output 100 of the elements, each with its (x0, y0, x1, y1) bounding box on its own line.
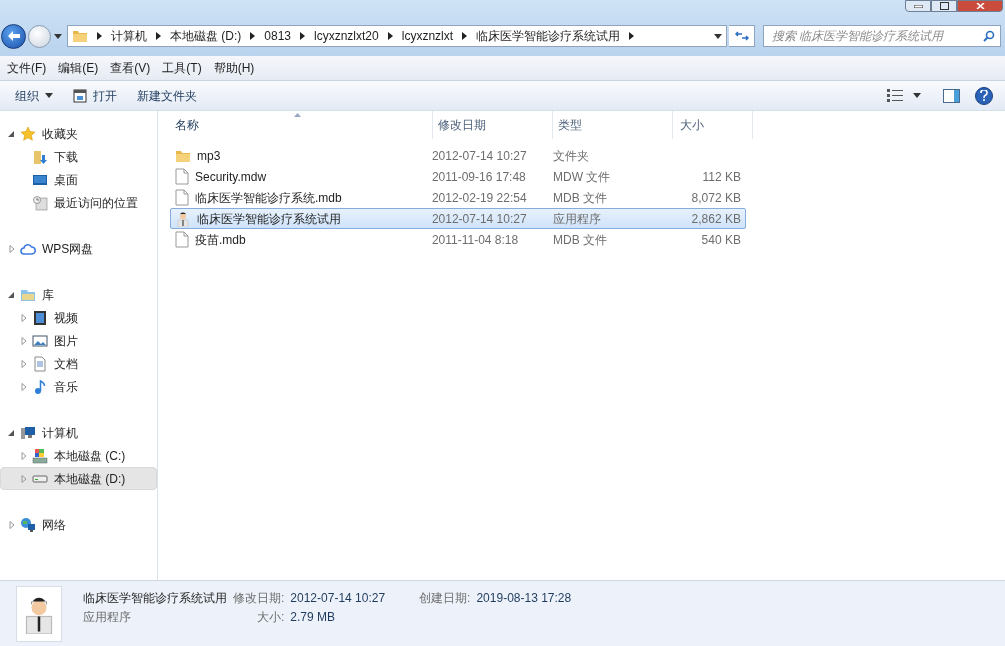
file-name: 疫苗.mdb (195, 231, 246, 249)
nav-item[interactable]: 下载 (0, 145, 157, 168)
film-icon (32, 309, 48, 326)
person-icon (175, 210, 191, 227)
chevron-icon (629, 32, 635, 40)
collapsed-arrow-icon[interactable] (7, 519, 17, 530)
caret-icon (54, 33, 62, 39)
file-icon (175, 231, 189, 248)
file-type: MDW 文件 (553, 169, 611, 184)
file-type: MDB 文件 (553, 190, 607, 205)
refresh-icon (734, 30, 749, 42)
nav-item[interactable]: 库 (0, 283, 157, 306)
chevron-icon (156, 32, 161, 40)
file-size: 2,862 KB (691, 210, 741, 228)
breadcrumb-item[interactable]: lcyxznzlxt (401, 27, 454, 45)
pane-icon (942, 88, 960, 103)
toolbar-button[interactable]: 新建文件夹 (128, 83, 206, 108)
minimize-icon (913, 4, 923, 8)
file-icon (175, 189, 189, 206)
music-note-icon (32, 378, 48, 395)
picture-icon (32, 332, 48, 349)
chevron-icon (97, 32, 102, 40)
collapsed-arrow-icon[interactable] (7, 243, 17, 254)
nav-item[interactable]: 收藏夹 (0, 122, 157, 145)
computer-icon (20, 424, 36, 441)
document-icon (32, 355, 48, 372)
search-field[interactable]: 搜索 临床医学智能诊疗系统试用 (763, 25, 1001, 47)
breadcrumb-item[interactable]: lcyxznzlxt20 (314, 27, 379, 45)
close-button[interactable] (957, 0, 1003, 12)
details-value: 2019-08-13 17:28 (476, 590, 572, 607)
collapsed-arrow-icon[interactable] (19, 381, 29, 392)
menu-item[interactable]: 帮助(H) (208, 59, 260, 77)
details-label: 大小: (256, 609, 285, 626)
caret-icon (714, 33, 722, 39)
file-row[interactable]: Security.mdw 2011-09-16 17:48 MDW 文件 112 KB (170, 166, 746, 187)
nav-item[interactable]: 音乐 (0, 375, 157, 398)
file-name: Security.mdw (195, 168, 267, 186)
left-arrow-icon (7, 31, 20, 41)
system-drive-icon (32, 447, 48, 464)
toolbar-button[interactable]: 组织 (6, 83, 62, 108)
breadcrumb-item[interactable]: 本地磁盘 (D:) (170, 27, 242, 45)
column-header[interactable]: 名称 (170, 111, 433, 139)
menu-item[interactable]: 工具(T) (157, 59, 207, 77)
file-row[interactable]: 临床医学智能诊疗系统试用 2012-07-14 10:27 应用程序 2,862 KB (170, 208, 746, 229)
column-header[interactable]: 类型 (553, 111, 673, 139)
file-type: MDB 文件 (553, 232, 607, 247)
menu-item[interactable]: 文件(F) (2, 59, 52, 77)
file-row[interactable]: mp3 2012-07-14 10:27 文件夹 (170, 145, 746, 166)
nav-item[interactable]: 桌面 (0, 168, 157, 191)
collapsed-arrow-icon[interactable] (19, 312, 29, 323)
nav-item[interactable]: WPS网盘 (0, 237, 157, 260)
nav-item[interactable]: 计算机 (0, 421, 157, 444)
file-name: 临床医学智能诊疗系统.mdb (195, 189, 342, 207)
modified-date: 2012-02-19 22:54 (431, 190, 527, 205)
collapsed-arrow-icon[interactable] (19, 335, 29, 346)
modified-date: 2011-11-04 8:18 (431, 232, 519, 247)
details-value: 2012-07-14 10:27 (290, 590, 386, 607)
chevron-icon (387, 32, 393, 40)
modified-date: 2012-07-14 10:27 (431, 148, 527, 163)
toolbar-button[interactable]: 打开 (64, 83, 126, 108)
minimize-button[interactable] (905, 0, 931, 12)
breadcrumb-item[interactable]: 计算机 (111, 27, 147, 45)
nav-item[interactable]: 本地磁盘 (D:) (0, 467, 157, 490)
breadcrumb-item[interactable]: 0813 (264, 27, 292, 45)
list-view-icon (887, 89, 903, 102)
nav-item[interactable]: 网络 (0, 513, 157, 536)
back-button[interactable] (1, 23, 26, 49)
nav-item[interactable]: 图片 (0, 329, 157, 352)
caret-icon (913, 93, 921, 98)
file-type: 文件夹 (553, 148, 589, 163)
nav-item[interactable]: 最近访问的位置 (0, 191, 157, 214)
file-row[interactable]: 临床医学智能诊疗系统.mdb 2012-02-19 22:54 MDB 文件 8,072 KB (170, 187, 746, 208)
maximize-button[interactable] (931, 0, 957, 12)
file-size: 8,072 KB (691, 189, 741, 207)
column-header[interactable]: 修改日期 (433, 111, 553, 139)
window-icon (73, 88, 87, 103)
menu-item[interactable]: 查看(V) (105, 59, 156, 77)
help-button[interactable] (975, 86, 993, 105)
file-type: 应用程序 (553, 211, 601, 226)
details-label: 创建日期: (419, 590, 471, 607)
chevron-icon (462, 32, 468, 40)
network-icon (20, 516, 36, 533)
nav-item[interactable]: 文档 (0, 352, 157, 375)
star-icon (20, 125, 36, 142)
search-icon (983, 30, 995, 42)
close-icon (975, 3, 985, 9)
refresh-button[interactable] (729, 25, 755, 47)
breadcrumb-item[interactable]: 临床医学智能诊疗系统试用 (476, 27, 621, 45)
file-size: 112 KB (702, 168, 741, 186)
collapsed-arrow-icon[interactable] (19, 450, 29, 461)
column-header[interactable]: 大小 (673, 111, 753, 139)
chevron-icon (250, 32, 256, 40)
nav-item[interactable]: 本地磁盘 (C:) (0, 444, 157, 467)
address-field[interactable]: 计算机 本地磁盘 (D:) 0813 lcyxznzlxt20 lcyxznzlxt 临床医学智能诊疗系统试用 (67, 25, 727, 47)
file-row[interactable]: 疫苗.mdb 2011-11-04 8:18 MDB 文件 540 KB (170, 229, 746, 250)
collapsed-arrow-icon[interactable] (19, 358, 29, 369)
menu-item[interactable]: 编辑(E) (53, 59, 104, 77)
nav-item[interactable]: 视频 (0, 306, 157, 329)
file-name: mp3 (197, 147, 221, 165)
details-label: 修改日期: (233, 590, 285, 607)
